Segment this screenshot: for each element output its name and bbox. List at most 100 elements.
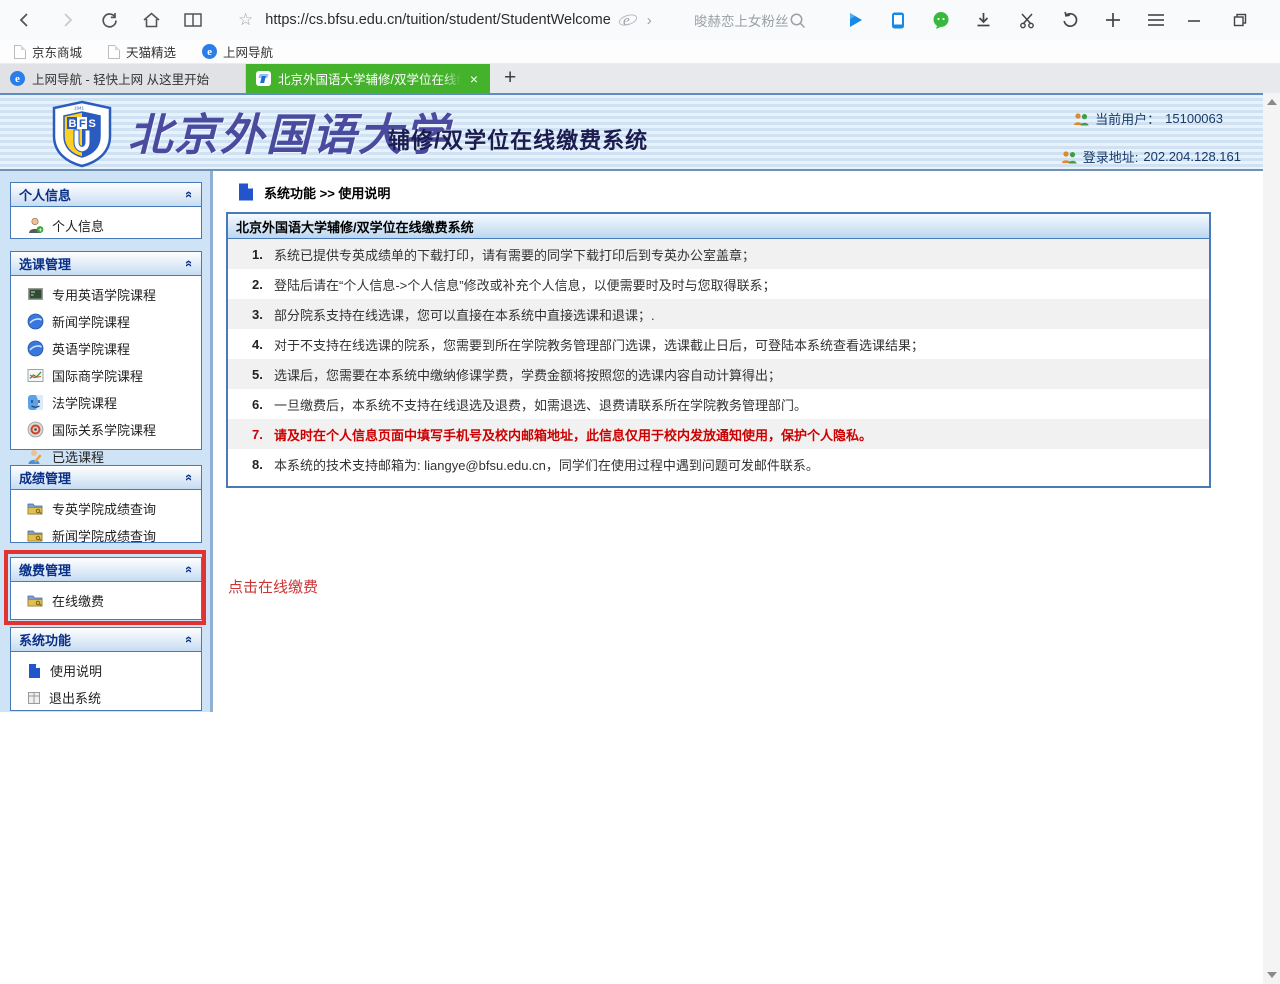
person-icon: + [27, 217, 44, 234]
instruction-number: 8. [252, 457, 274, 472]
page-scrollbar[interactable] [1263, 93, 1280, 984]
back-button[interactable] [14, 9, 36, 31]
collapse-chevron-icon[interactable]: « [182, 191, 197, 198]
bookmark-label: 天猫精选 [126, 42, 176, 61]
refresh-button[interactable] [98, 9, 120, 31]
instruction-text: 一旦缴费后，本系统不支持在线退选及退费，如需退选、退费请联系所在学院教务管理部门… [274, 395, 807, 414]
screenshot-button[interactable] [1016, 9, 1038, 31]
address-bar[interactable]: ☆ https://cs.bfsu.edu.cn/tuition/student… [224, 10, 664, 30]
ie-compat-icon[interactable]: e [617, 11, 639, 29]
sidebar-item-law-courses[interactable]: 法学院课程 [11, 389, 201, 416]
exit-icon [27, 691, 41, 705]
sidebar-item-label: 新闻学院成绩查询 [52, 526, 156, 545]
sidebar-item-intl-relations-courses[interactable]: 国际关系学院课程 [11, 416, 201, 443]
wechat-button[interactable] [930, 9, 952, 31]
search-icon[interactable] [789, 12, 806, 29]
section-header-payment[interactable]: 缴费管理 « [11, 558, 201, 582]
url-text[interactable]: https://cs.bfsu.edu.cn/tuition/student/S… [265, 12, 611, 28]
tab-bfsu-tuition[interactable]: 北京外国语大学辅修/双学位在线缴费 × [246, 64, 490, 93]
instruction-text: 本系统的技术支持邮箱为: liangye@bfsu.edu.cn，同学们在使用过… [274, 455, 819, 474]
new-tab-button[interactable]: + [504, 66, 516, 90]
main-menu-button[interactable] [1145, 9, 1167, 31]
panel-title: 北京外国语大学辅修/双学位在线缴费系统 [228, 214, 1209, 239]
login-address-label: 登录地址: [1083, 147, 1139, 166]
scroll-up-arrow-icon[interactable] [1267, 99, 1277, 105]
bookmark-star-icon[interactable]: ☆ [238, 10, 253, 30]
login-address: 登录地址: 202.204.128.161 [1061, 147, 1241, 166]
instruction-text: 系统已提供专英成绩单的下载打印，请有需要的同学下载打印后到专英办公室盖章； [274, 245, 755, 264]
sidebar-item-label: 使用说明 [50, 661, 102, 680]
current-user: 当前用户： 15100063 [1073, 109, 1223, 128]
instruction-text: 部分院系支持在线选课，您可以直接在本系统中直接选课和退课；. [274, 305, 655, 324]
instruction-row: 2. 登陆后请在“个人信息->个人信息”修改或补充个人信息，以便需要时及时与您取… [228, 269, 1209, 299]
sidebar-item-personal-info[interactable]: + 个人信息 [11, 212, 201, 239]
sidebar-item-instructions[interactable]: 使用说明 [11, 657, 201, 684]
sidebar-item-journalism-grades[interactable]: 新闻学院成绩查询 [11, 522, 201, 549]
video-button[interactable] [844, 9, 866, 31]
search-text: 晙赫恋上女粉丝 [694, 10, 789, 30]
sidebar-item-online-payment[interactable]: 在线缴费 [11, 587, 201, 614]
collapse-chevron-icon[interactable]: « [182, 566, 197, 573]
sidebar-item-journalism-courses[interactable]: 新闻学院课程 [11, 308, 201, 335]
sidebar-item-logout[interactable]: 退出系统 [11, 684, 201, 711]
sidebar-item-esp-courses[interactable]: 专用英语学院课程 [11, 281, 201, 308]
sidebar-item-label: 国际关系学院课程 [52, 420, 156, 439]
breadcrumb-text: 系统功能 >> 使用说明 [264, 183, 390, 202]
instruction-number: 7. [252, 427, 274, 442]
sidebar-section-personal: 个人信息 « + 个人信息 [10, 182, 202, 239]
bookmark-label: 京东商城 [32, 42, 82, 61]
section-title: 选课管理 [19, 254, 71, 273]
sidebar-item-label: 在线缴费 [52, 591, 104, 610]
tab-close-icon[interactable]: × [468, 71, 480, 87]
download-button[interactable] [973, 9, 995, 31]
section-header-course[interactable]: 选课管理 « [11, 252, 201, 276]
instruction-row: 1. 系统已提供专英成绩单的下载打印，请有需要的同学下载打印后到专英办公室盖章； [228, 239, 1209, 269]
restore-window-button[interactable] [1229, 9, 1251, 31]
mobile-sync-button[interactable] [887, 9, 909, 31]
forward-button[interactable] [56, 9, 78, 31]
collapse-chevron-icon[interactable]: « [182, 636, 197, 643]
sidebar-item-label: 专用英语学院课程 [52, 285, 156, 304]
annotation-text: 点击在线缴费 [228, 576, 318, 597]
section-header-personal[interactable]: 个人信息 « [11, 183, 201, 207]
folder-key-icon [27, 501, 44, 516]
section-header-grades[interactable]: 成绩管理 « [11, 466, 201, 490]
section-title: 个人信息 [19, 185, 71, 204]
chat-bubble-icon [932, 11, 950, 29]
bookmark-tmall[interactable]: 天猫精选 [108, 42, 176, 61]
collapse-chevron-icon[interactable]: « [182, 260, 197, 267]
blue-globe-icon [27, 340, 44, 357]
scroll-down-arrow-icon[interactable] [1267, 972, 1277, 978]
browser-window: ☆ https://cs.bfsu.edu.cn/tuition/student… [0, 0, 1280, 984]
home-icon [142, 11, 161, 30]
instruction-text: 登陆后请在“个人信息->个人信息”修改或补充个人信息，以便需要时及时与您取得联系… [274, 275, 776, 294]
page-icon [108, 45, 120, 59]
instruction-number: 2. [252, 277, 274, 292]
sidebar-item-business-courses[interactable]: 国际商学院课程 [11, 362, 201, 389]
undo-arrow-icon [1061, 11, 1079, 29]
home-button[interactable] [140, 9, 162, 31]
current-user-value: 15100063 [1165, 111, 1223, 126]
section-header-system[interactable]: 系统功能 « [11, 628, 201, 652]
bookmark-nav[interactable]: e 上网导航 [202, 42, 273, 61]
sidebar-item-esp-grades[interactable]: 专英学院成绩查询 [11, 495, 201, 522]
add-button[interactable] [1102, 9, 1124, 31]
disc-icon [27, 421, 44, 438]
close-window-button[interactable] [1275, 9, 1280, 31]
instruction-text: 选课后，您需要在本系统中缴纳修课学费，学费金额将按照您的选课内容自动计算得出； [274, 365, 781, 384]
instruction-row: 8. 本系统的技术支持邮箱为: liangye@bfsu.edu.cn，同学们在… [228, 449, 1209, 479]
collapse-chevron-icon[interactable]: « [182, 474, 197, 481]
bookmark-jd[interactable]: 京东商城 [14, 42, 82, 61]
tab-nav-homepage[interactable]: e 上网导航 - 轻快上网 从这里开始 [0, 64, 246, 93]
reading-mode-button[interactable] [182, 9, 204, 31]
restore-session-button[interactable] [1059, 9, 1081, 31]
folder-key-icon [27, 593, 44, 608]
minimize-button[interactable] [1183, 9, 1205, 31]
sidebar-item-label: 专英学院成绩查询 [52, 499, 156, 518]
url-expand-chevron[interactable]: › [647, 12, 652, 29]
browser-toolbar: ☆ https://cs.bfsu.edu.cn/tuition/student… [0, 0, 1280, 40]
search-input[interactable]: 晙赫恋上女粉丝 [684, 10, 816, 30]
sidebar-section-grades: 成绩管理 « 专英学院成绩查询 [10, 465, 202, 543]
back-icon [16, 11, 34, 29]
sidebar-item-english-courses[interactable]: 英语学院课程 [11, 335, 201, 362]
